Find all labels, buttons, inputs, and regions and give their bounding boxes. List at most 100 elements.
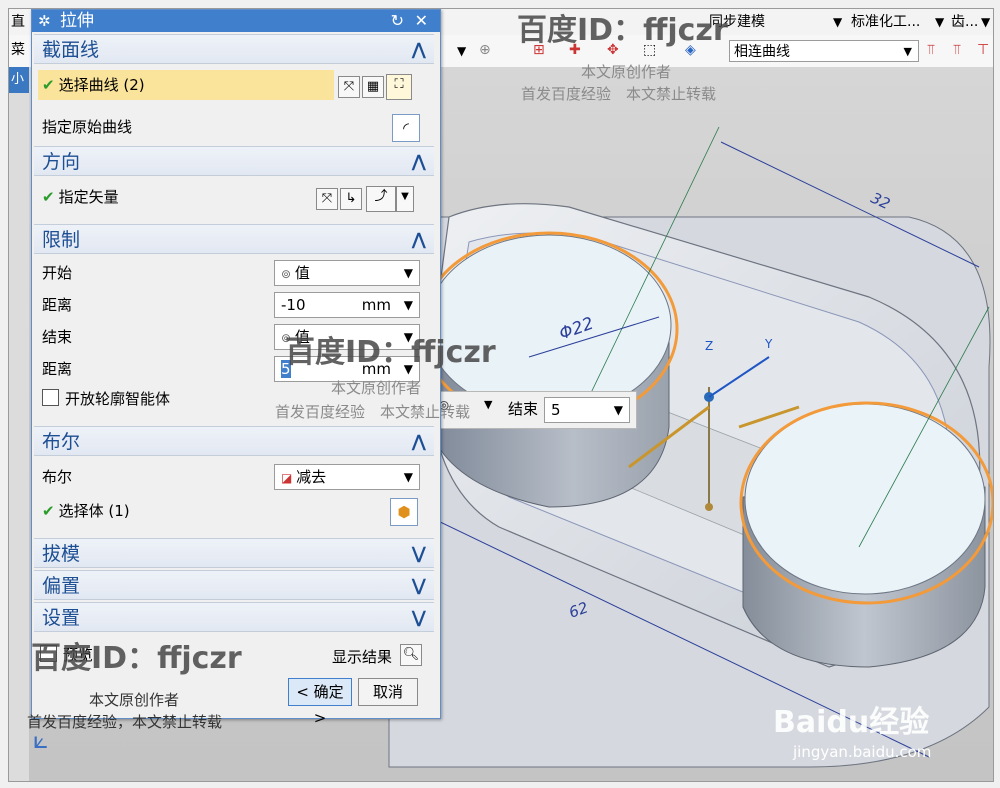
watermark-notice-bottom: 首发百度经验，本文禁止转载 [27,713,223,731]
section-draft-header[interactable]: 拔模 ⋁ [34,538,434,568]
start-distance-input[interactable]: -10 mm ▼ [274,292,420,318]
watermark-author-mid: 本文原创作者 [331,379,422,397]
chevron-down-icon[interactable]: ▼ [457,44,466,58]
value-type-icon: ⊚ [281,267,295,281]
section-offset-header[interactable]: 偏置 ⋁ [34,570,434,600]
chevron-down-icon[interactable]: ▼ [396,186,414,212]
watermark-id-bottom: 百度ID：ffjczr [31,641,242,676]
chain-icon[interactable]: ⊤ [977,39,989,61]
baidu-site-watermark: jingyan.baidu.com [793,743,932,761]
vector-dialog-icon[interactable]: ↳ [340,188,362,210]
ribbon-tab-standard[interactable]: 标准化工... [851,11,920,33]
chevron-down-icon[interactable]: ▼ [833,15,842,29]
section-settings-header[interactable]: 设置 ⋁ [34,602,434,632]
dialog-title-bar: ✲ 拉伸 ↻ ✕ [32,10,440,32]
section-curve-header[interactable]: 截面线 ⋀ [34,34,434,64]
select-curve-label: 选择曲线 (2) [58,76,145,94]
show-result-search-icon[interactable]: 🔍︎ [400,644,422,666]
chevron-down-icon: ▼ [403,266,413,280]
specify-vector-label: 指定矢量 [58,188,119,206]
chevron-down-icon: ▼ [903,45,912,58]
section-boolean-group: 布尔 ⋀ 布尔 ◪ 减去 ▼ ✔ 选择体 (1) ⬢ [34,426,434,526]
open-profile-label: 开放轮廓智能体 [65,390,171,408]
chevron-down-icon[interactable]: ▼ [484,398,492,411]
section-boolean-title: 布尔 [42,431,81,453]
curve-select-icon[interactable]: ⛶ [386,74,412,100]
original-curve-icon[interactable]: ◜ [392,114,420,142]
open-profile-row[interactable]: 开放轮廓智能体 [42,386,170,412]
boolean-value: 减去 [296,468,327,486]
watermark-notice-top: 首发百度经验 本文禁止转载 [521,85,717,103]
side-tab[interactable]: 小 [9,67,31,93]
watermark-notice-mid: 首发百度经验 本文禁止转载 [275,403,471,421]
solid-body-icon[interactable]: ⬢ [390,498,418,526]
section-direction-title: 方向 [42,151,81,173]
section-draft-title: 拔模 [42,543,81,565]
cancel-button[interactable]: 取消 [358,678,418,706]
curve-rule-select[interactable]: 相连曲线 ▼ [729,40,919,62]
close-icon[interactable]: ✕ [415,10,428,32]
right-cylinder-top [744,403,986,595]
check-icon: ✔ [42,188,55,206]
ribbon-tab-gear[interactable]: 齿... [951,11,978,33]
start-label: 开始 [42,264,73,282]
baidu-logo-watermark: Baidu经验 [773,705,930,740]
chevron-down-icon[interactable]: ▼ [935,15,944,29]
section-limits-title: 限制 [42,229,81,251]
onscreen-end-input[interactable]: 5 ▼ [544,397,630,423]
section-direction-header[interactable]: 方向 ⋀ [34,146,434,176]
dialog-title: 拉伸 [60,11,94,31]
section-curve-title: 截面线 [42,39,100,61]
chevron-down-icon[interactable]: ▼ [981,15,990,29]
start-type-select[interactable]: ⊚ 值 ▼ [274,260,420,286]
section-offset-group: 偏置 ⋁ [34,570,434,600]
check-icon: ✔ [42,502,55,520]
select-body-row[interactable]: ✔ 选择体 (1) [42,498,130,524]
snap-icon[interactable]: ⊕ [479,39,491,61]
curve-rule-value: 相连曲线 [734,44,790,60]
handle-point [705,503,713,511]
section-settings-title: 设置 [42,607,81,629]
chevron-up-icon[interactable]: ⋀ [412,427,426,457]
chevron-up-icon[interactable]: ⋀ [412,225,426,255]
section-offset-title: 偏置 [42,575,81,597]
section-limits-group: 限制 ⋀ 开始 ⊚ 值 ▼ 距离 -10 mm ▼ 结束 ⊚ 值 ▼ 距离 5 [34,224,434,408]
chevron-down-icon[interactable]: ⋁ [412,539,426,569]
vector-type-icon[interactable]: ⤴ [366,186,396,212]
specify-original-row: 指定原始曲线 [42,114,132,140]
chevron-down-icon: ▼ [613,403,623,417]
start-type-value: 值 [294,264,310,282]
section-draft-group: 拔模 ⋁ [34,538,434,568]
chevron-down-icon: ▼ [403,298,413,312]
reset-icon[interactable]: ↻ [391,10,404,32]
ok-button[interactable]: < 确定 > [288,678,352,727]
section-limits-header[interactable]: 限制 ⋀ [34,224,434,254]
reverse-direction-icon[interactable]: ⤧ [316,188,338,210]
open-profile-checkbox[interactable] [42,389,59,406]
menu-label-top[interactable]: 直 [11,11,25,33]
boolean-select[interactable]: ◪ 减去 ▼ [274,464,420,490]
watermark-author-bottom: 本文原创作者 [89,691,180,709]
section-settings-group: 设置 ⋁ [34,602,434,632]
chevron-down-icon[interactable]: ⋁ [412,603,426,633]
chevron-down-icon[interactable]: ⋁ [412,571,426,601]
menu-button[interactable]: 菜 [11,39,25,61]
follow-fillet-icon[interactable]: ⫪ [953,39,961,61]
specify-vector-row[interactable]: ✔ 指定矢量 [42,184,119,210]
end-distance-label: 距离 [42,360,73,378]
curve-switch-icon[interactable]: ⤧ [338,76,360,98]
gear-icon: ✲ [38,12,51,30]
boolean-label: 布尔 [42,468,73,486]
section-boolean-header[interactable]: 布尔 ⋀ [34,426,434,456]
start-distance-label: 距离 [42,296,73,314]
select-curve-row[interactable]: ✔ 选择曲线 (2) [42,72,145,98]
sketch-icon[interactable]: ▦ [362,76,384,98]
watermark-author-top: 本文原创作者 [581,63,672,81]
axis-z-label: Z [705,339,714,353]
start-distance-value: -10 [281,296,306,314]
stop-at-intersection-icon[interactable]: ⫪ [927,39,935,61]
chevron-up-icon[interactable]: ⋀ [412,35,426,65]
chevron-up-icon[interactable]: ⋀ [412,147,426,177]
axis-y-label: Y [765,337,773,351]
check-icon: ✔ [42,76,55,94]
